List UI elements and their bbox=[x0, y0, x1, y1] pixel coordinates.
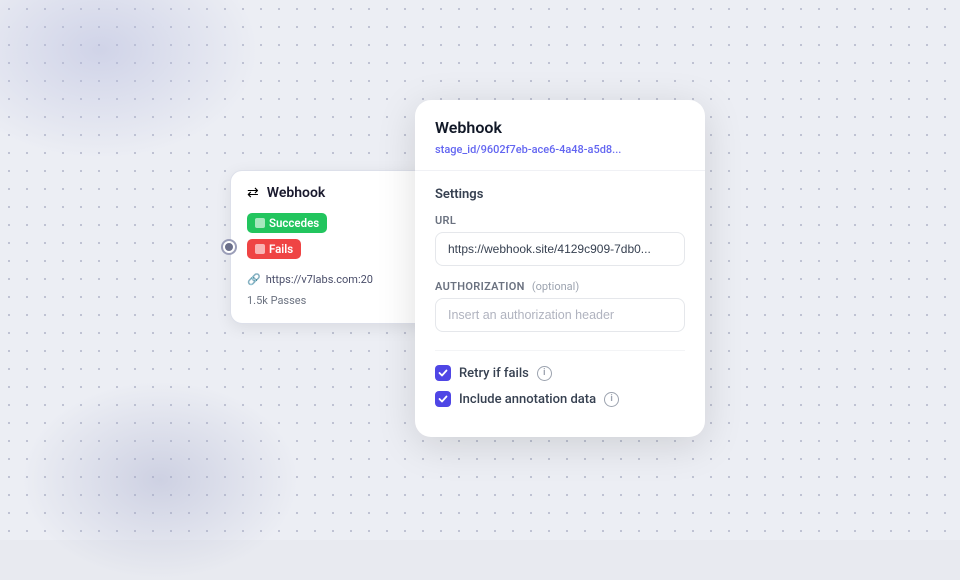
badge-success[interactable]: Succedes bbox=[247, 213, 413, 239]
panel-body: Settings URL Authorization (optional) Re… bbox=[415, 171, 705, 407]
annotation-label: Include annotation data bbox=[459, 392, 596, 407]
webhook-node-icon: ⇄ bbox=[247, 185, 259, 201]
authorization-input[interactable] bbox=[435, 298, 685, 332]
retry-info-icon[interactable]: i bbox=[537, 366, 552, 381]
retry-label: Retry if fails bbox=[459, 366, 529, 381]
badge-fail[interactable]: Fails bbox=[247, 239, 413, 265]
connector-dot bbox=[223, 241, 235, 253]
annotation-checkbox[interactable] bbox=[435, 391, 451, 407]
passes-count: 1.5k Passes bbox=[247, 294, 413, 307]
panel-title: Webhook bbox=[435, 118, 685, 137]
panel-title-section: Webhook stage_id/9602f7eb-ace6-4a48-a5d8… bbox=[415, 100, 705, 171]
retry-checkbox-row[interactable]: Retry if fails i bbox=[435, 365, 685, 381]
divider bbox=[435, 350, 685, 351]
annotation-info-icon[interactable]: i bbox=[604, 392, 619, 407]
card-header: ⇄ Webhook bbox=[247, 185, 413, 201]
badge-success-icon bbox=[255, 218, 265, 228]
auth-field-label: Authorization (optional) bbox=[435, 280, 685, 293]
card-title: Webhook bbox=[267, 185, 326, 201]
annotation-checkbox-row[interactable]: Include annotation data i bbox=[435, 391, 685, 407]
url-field-label: URL bbox=[435, 214, 685, 227]
webhook-url-row: 🔗 https://v7labs.com:20 bbox=[247, 273, 413, 286]
blob-bottom-left bbox=[20, 380, 300, 580]
badge-fail-icon bbox=[255, 244, 265, 254]
retry-checkbox[interactable] bbox=[435, 365, 451, 381]
panel-breadcrumb: stage_id/9602f7eb-ace6-4a48-a5d8... bbox=[435, 143, 685, 156]
webhook-node-card: ⇄ Webhook Succedes Fails 🔗 https://v7lab… bbox=[230, 170, 430, 324]
settings-panel: Webhook stage_id/9602f7eb-ace6-4a48-a5d8… bbox=[415, 100, 705, 437]
section-label: Settings bbox=[435, 187, 685, 202]
url-input[interactable] bbox=[435, 232, 685, 266]
link-icon: 🔗 bbox=[247, 273, 261, 286]
